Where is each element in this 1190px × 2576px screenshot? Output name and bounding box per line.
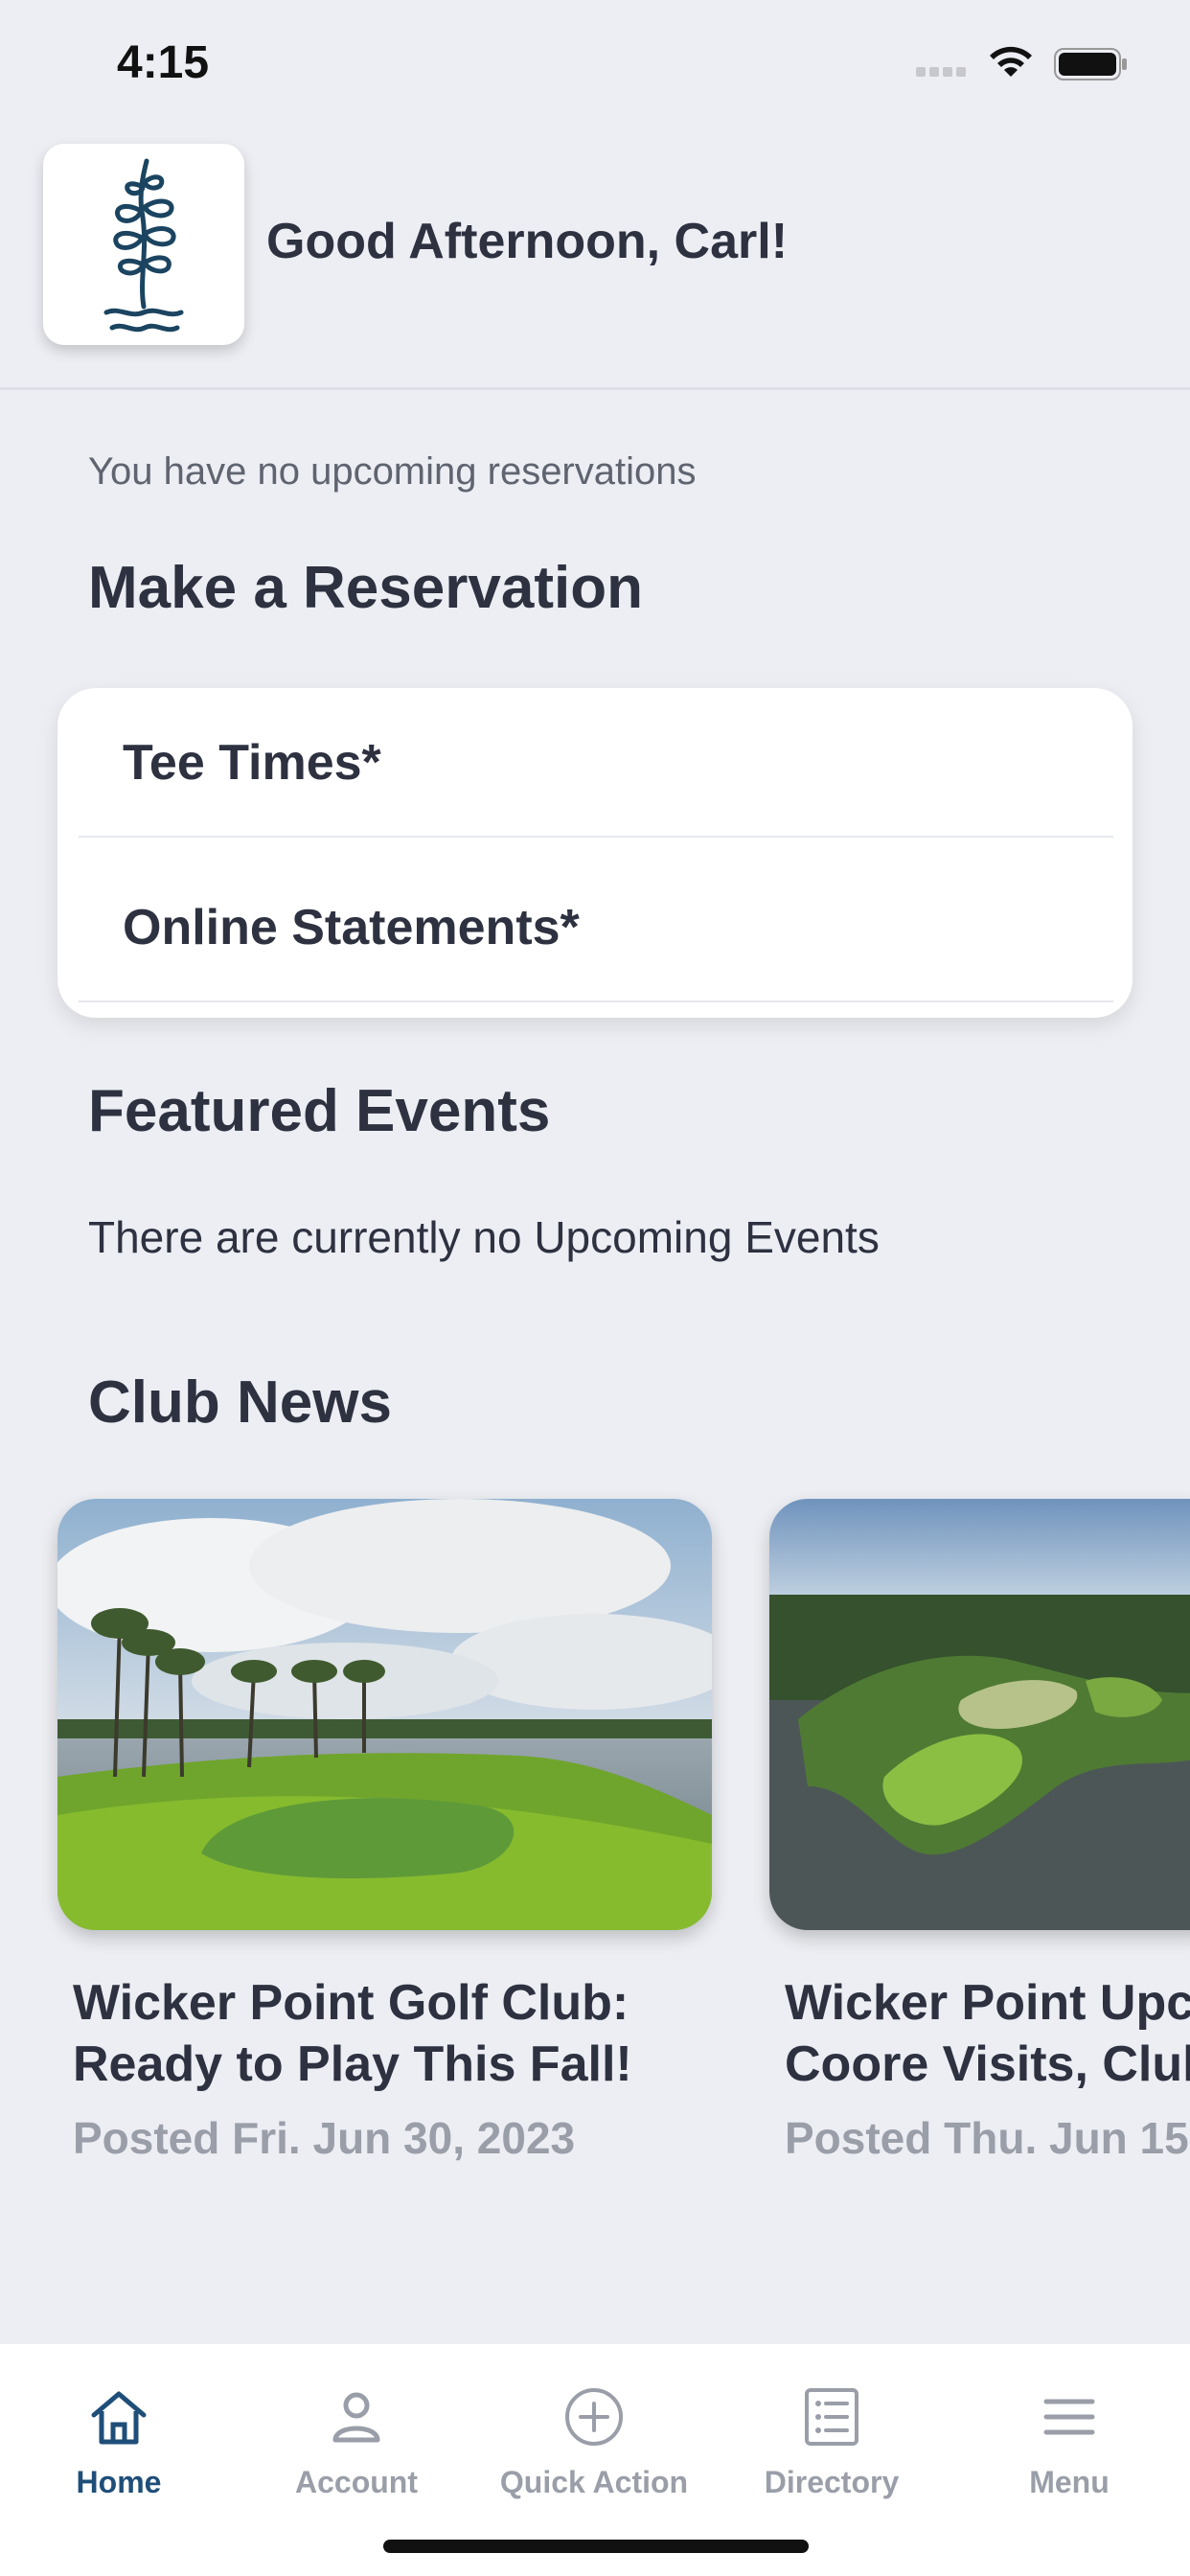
tab-label: Home	[76, 2465, 162, 2499]
club-news-title: Club News	[88, 1369, 392, 1436]
no-reservations-text: You have no upcoming reservations	[88, 450, 697, 493]
greeting-text: Good Afternoon, Carl!	[266, 214, 789, 269]
tab-quick-action[interactable]: Quick Action	[475, 2344, 713, 2517]
plus-circle-icon	[565, 2388, 623, 2446]
news-title-line2[interactable]: Ready to Play This Fall!	[73, 2034, 632, 2095]
news-image-golf-green[interactable]	[57, 1499, 712, 1930]
news-image-aerial-course[interactable]	[769, 1499, 1190, 1930]
news-date: Posted Thu. Jun 15	[785, 2113, 1189, 2163]
status-time: 4:15	[117, 37, 210, 88]
make-reservation-title: Make a Reservation	[88, 555, 643, 621]
battery-icon	[1054, 48, 1127, 80]
featured-events-title: Featured Events	[88, 1078, 551, 1144]
tab-directory[interactable]: Directory	[713, 2344, 950, 2517]
news-title-line2[interactable]: Coore Visits, Clul	[785, 2034, 1190, 2095]
news-title-line1[interactable]: Wicker Point Upc	[785, 1972, 1190, 2034]
reservation-divider	[79, 836, 1113, 838]
hamburger-icon	[1043, 2399, 1095, 2435]
wifi-icon	[990, 46, 1032, 77]
news-title-line1[interactable]: Wicker Point Golf Club:	[73, 1972, 629, 2034]
tab-label: Menu	[1029, 2465, 1110, 2499]
online-statements-item[interactable]: Online Statements*	[123, 899, 580, 956]
golf-course-photo	[57, 1499, 712, 1930]
tab-menu[interactable]: Menu	[950, 2344, 1188, 2517]
list-icon	[805, 2388, 858, 2446]
person-icon	[332, 2392, 380, 2443]
tab-label: Directory	[764, 2465, 900, 2499]
club-logo[interactable]	[43, 144, 244, 345]
aerial-course-photo	[769, 1499, 1190, 1930]
tab-label: Quick Action	[499, 2465, 689, 2499]
reservation-card: Tee Times* Online Statements*	[57, 688, 1133, 1018]
no-events-text: There are currently no Upcoming Events	[88, 1212, 880, 1262]
tab-account[interactable]: Account	[238, 2344, 475, 2517]
reservation-divider	[79, 1000, 1113, 1002]
tee-times-item[interactable]: Tee Times*	[123, 734, 381, 792]
tab-label: Account	[295, 2465, 418, 2499]
home-indicator[interactable]	[383, 2540, 809, 2553]
home-icon	[91, 2391, 147, 2445]
tree-logo-icon	[103, 158, 184, 333]
header-divider	[0, 387, 1190, 390]
cellular-signal-icon	[916, 67, 970, 79]
tab-home[interactable]: Home	[0, 2344, 238, 2517]
news-date: Posted Fri. Jun 30, 2023	[73, 2113, 576, 2163]
